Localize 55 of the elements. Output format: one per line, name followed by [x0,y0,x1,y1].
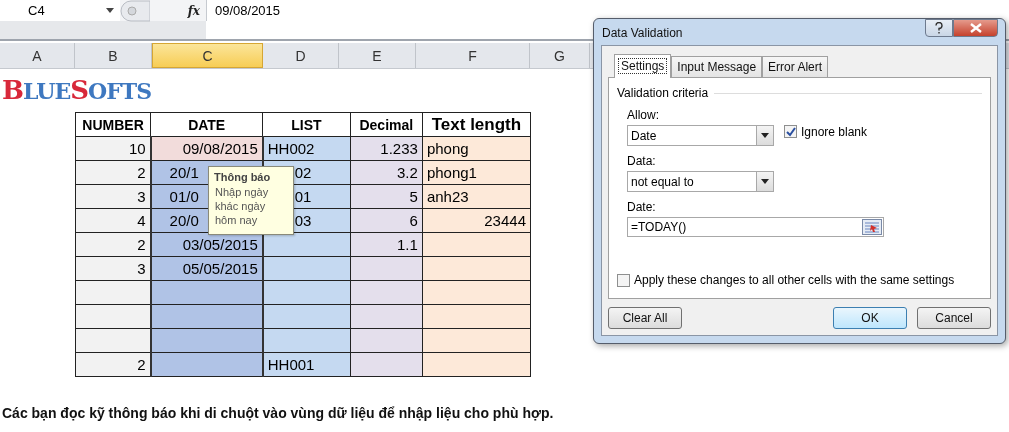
caption: Các bạn đọc kỹ thông báo khi di chuột vào vùng dữ liệu để nhập liệu cho phù hợp. [2,405,555,421]
table-cell: 3 [75,184,151,209]
table-cell: 2 [75,160,151,185]
table-cell: 2 [75,352,151,377]
field-label: Data: [627,154,657,168]
dialog-button[interactable]: Clear All [608,307,682,329]
allow-dropdown[interactable]: Date [627,125,774,146]
name-box[interactable]: C4 [28,3,45,18]
tooltip-text: hôm nay [214,213,259,227]
insert-function-button[interactable]: fx [187,3,200,18]
table-cell: phong1 [422,160,531,185]
column-heading: Text length [422,112,531,137]
checkmark-icon [785,126,796,137]
help-button[interactable] [925,19,953,37]
table-cell: HH002 [262,136,351,161]
tab[interactable]: Settings [614,54,672,78]
table-cell: 2 [75,232,151,257]
close-icon [969,23,982,33]
tab[interactable]: Input Message [671,56,763,77]
dialog-button[interactable]: Cancel [917,307,991,329]
column-heading: LIST [262,112,351,137]
column-heading: NUMBER [75,112,151,137]
column-header[interactable]: E [339,43,416,68]
table-cell: 05/05/2015 [150,256,263,281]
caret-icon[interactable] [106,8,114,13]
field-label: Date: [627,200,657,214]
column-header[interactable]: G [530,43,590,68]
column-heading: DATE [150,112,263,137]
field-label: Allow: [627,108,660,122]
apply-checkbox[interactable]: Apply these changes to all other cells with the same settings [617,273,982,287]
table-cell: 23444 [422,208,531,233]
close-button[interactable] [953,19,998,37]
table-cell: 4 [75,208,151,233]
column-header[interactable]: D [263,43,339,68]
table-cell: 09/08/2015 [150,136,263,161]
date-field[interactable]: =TODAY() [627,217,884,237]
table-cell: anh23 [422,184,531,209]
column-header[interactable]: A [0,43,75,68]
dialog-button[interactable]: OK [833,307,907,329]
column-header[interactable]: C [152,43,263,68]
logo: BLUESOFTS [2,77,152,104]
range-picker-icon[interactable] [862,219,882,235]
resize-handle-icon[interactable] [120,0,150,22]
ignore-blank-checkbox[interactable]: Ignore blank [784,124,868,139]
column-header[interactable]: F [416,43,530,68]
column-heading: Decimal [350,112,423,137]
table-cell: 10 [75,136,151,161]
table-cell: phong [422,136,531,161]
group-title: Validation criteria [617,86,709,100]
help-icon [935,22,943,34]
data-dropdown[interactable]: not equal to [627,171,774,192]
window-title: Data Validation [601,25,683,40]
tab[interactable]: Error Alert [762,56,829,77]
table-cell: HH001 [262,352,351,377]
table-cell: 3 [75,256,151,281]
